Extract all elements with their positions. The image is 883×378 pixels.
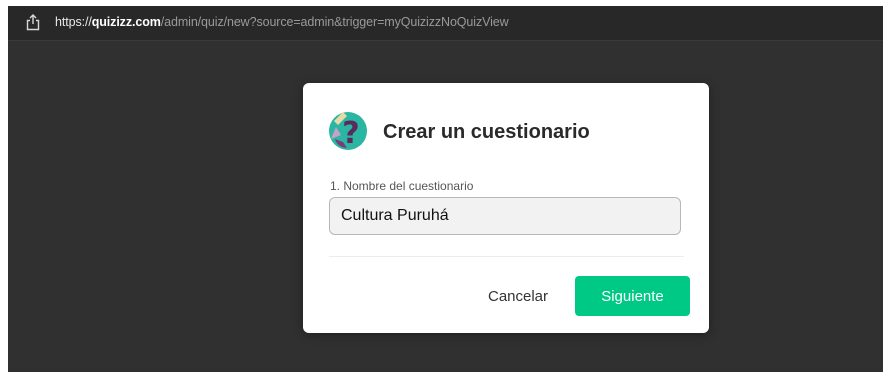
next-button[interactable]: Siguiente	[575, 276, 690, 316]
browser-window: https://quizizz.com/admin/quiz/new?sourc…	[8, 6, 883, 372]
quiz-name-label: 1. Nombre del cuestionario	[330, 179, 474, 193]
url-scheme: https://	[55, 15, 92, 29]
svg-text:?: ?	[342, 116, 359, 151]
share-icon[interactable]	[25, 14, 41, 31]
url-path: /admin/quiz/new?source=admin&trigger=myQ…	[160, 15, 509, 29]
create-quiz-dialog: ? Crear un cuestionario 1. Nombre del cu…	[303, 83, 709, 333]
address-bar[interactable]: https://quizizz.com/admin/quiz/new?sourc…	[8, 6, 883, 41]
divider	[329, 256, 684, 257]
quiz-name-input[interactable]	[329, 197, 681, 235]
dialog-title: Crear un cuestionario	[383, 121, 590, 143]
quiz-question-mark-icon: ?	[329, 112, 367, 151]
url-domain: quizizz.com	[91, 15, 161, 29]
url-text[interactable]: https://quizizz.com/admin/quiz/new?sourc…	[55, 15, 509, 29]
cancel-button[interactable]: Cancelar	[487, 277, 549, 315]
